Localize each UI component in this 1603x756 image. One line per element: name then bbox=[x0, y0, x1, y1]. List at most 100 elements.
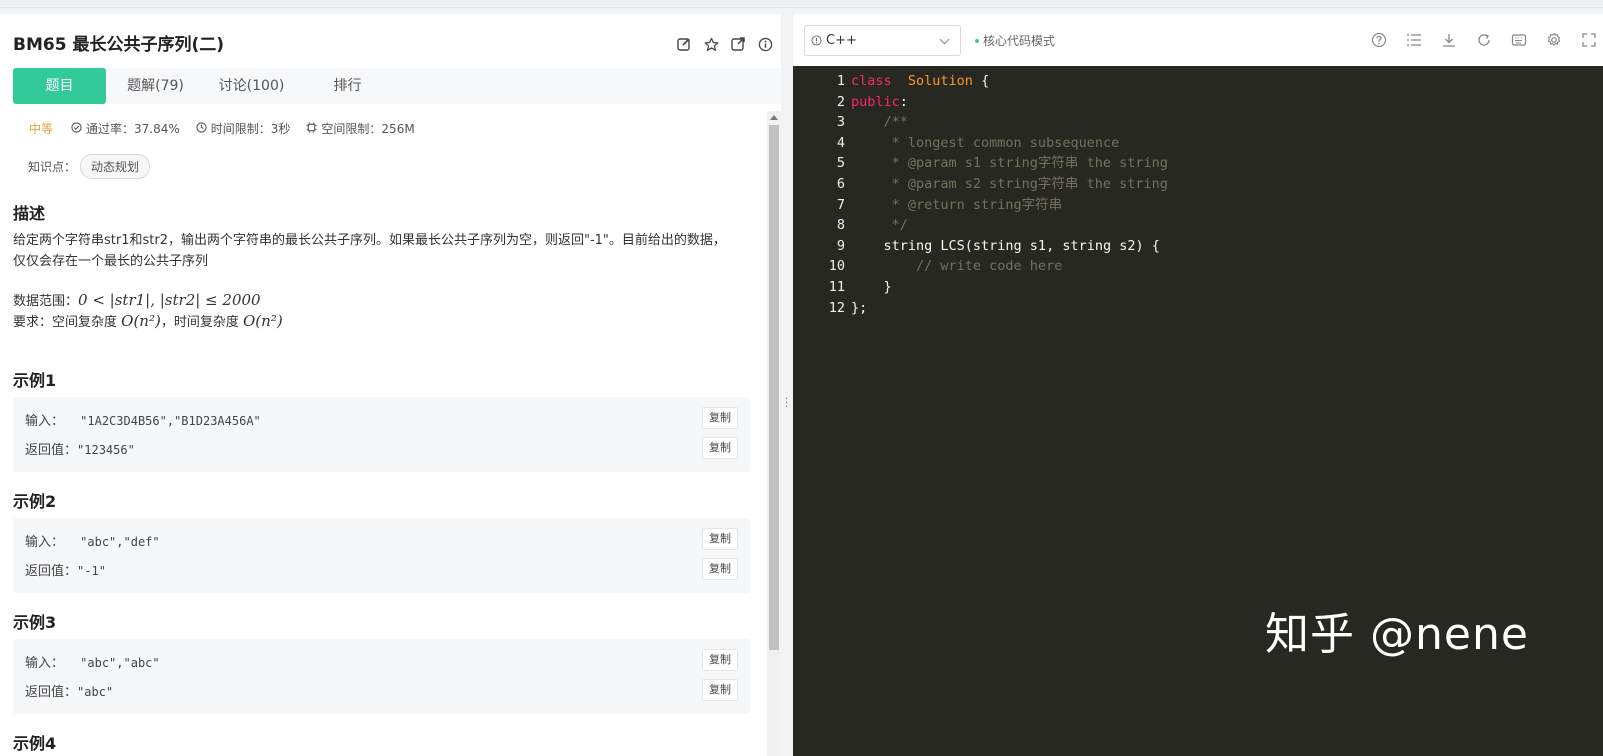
line-number: 3 bbox=[836, 114, 845, 131]
line-number: 4 bbox=[836, 134, 845, 151]
output-label: 返回值： bbox=[25, 564, 78, 579]
line-number: 7 bbox=[836, 196, 845, 213]
line-number: 5 bbox=[836, 155, 845, 172]
code-token: * longest common subsequence bbox=[851, 134, 1120, 151]
range-math: 0 < |str1|, |str2| ≤ 2000 bbox=[78, 291, 261, 309]
help-icon[interactable] bbox=[1371, 32, 1387, 48]
example-output: 返回值："abc" bbox=[25, 681, 113, 700]
fullscreen-icon[interactable] bbox=[1581, 32, 1597, 48]
copy-output-button[interactable]: 复制 bbox=[702, 558, 738, 580]
reset-icon[interactable] bbox=[1476, 32, 1492, 48]
input-value: "abc","abc" bbox=[80, 656, 160, 670]
code-line[interactable]: 11 } bbox=[793, 277, 1603, 297]
problem-panel: BM65 最长公共子序列(二) 题目 题解(79) 讨论(100) 排行 中等 … bbox=[0, 14, 800, 756]
code-line[interactable]: 6 * @param s2 string字符串 the string bbox=[793, 174, 1603, 194]
example-input: 输入： "abc","abc" bbox=[25, 652, 160, 671]
example-box: 输入： "1A2C3D4B56","B1D23A456A" 复制 返回值："12… bbox=[13, 397, 750, 472]
description-heading: 描述 bbox=[13, 204, 46, 223]
code-token: public bbox=[851, 93, 900, 110]
code-token: */ bbox=[851, 217, 908, 234]
req-space: O(n²) bbox=[121, 312, 161, 330]
code-text: * @param s1 string字符串 the string bbox=[851, 153, 1168, 173]
code-text: // write code here bbox=[851, 256, 1062, 276]
zhihu-watermark: 知乎 @nene bbox=[1265, 609, 1529, 660]
left-scrollbar[interactable] bbox=[767, 111, 781, 756]
output-value: "abc" bbox=[77, 685, 114, 699]
code-text: string LCS(string s1, string s2) { bbox=[851, 236, 1160, 256]
code-line[interactable]: 4 * longest common subsequence bbox=[793, 133, 1603, 153]
req-label: 要求：空间复杂度 bbox=[13, 315, 118, 330]
code-line[interactable]: 2 public: bbox=[793, 92, 1603, 112]
code-text: */ bbox=[851, 215, 908, 235]
example-heading: 示例3 bbox=[13, 613, 57, 632]
language-info-icon bbox=[811, 35, 822, 46]
copy-input-button[interactable]: 复制 bbox=[702, 407, 738, 429]
problem-title: BM65 最长公共子序列(二) bbox=[13, 35, 224, 55]
time-limit: 时间限制：3秒 bbox=[196, 120, 291, 137]
range-label: 数据范围： bbox=[13, 294, 79, 309]
line-number: 10 bbox=[828, 258, 845, 275]
data-range: 数据范围：0 < |str1|, |str2| ≤ 2000 bbox=[13, 290, 738, 312]
settings-gear-icon[interactable] bbox=[1546, 32, 1562, 48]
code-token: { bbox=[972, 73, 990, 89]
line-number: 12 bbox=[828, 299, 845, 316]
tab-discussion[interactable]: 讨论(100) bbox=[205, 68, 298, 104]
pass-rate: 通过率：37.84% bbox=[71, 120, 180, 137]
time-limit-text: 时间限制：3秒 bbox=[210, 122, 291, 136]
editor-toolbar: C++ 核心代码模式 bbox=[793, 14, 1603, 66]
code-text: public: bbox=[851, 92, 908, 112]
code-line[interactable]: 8 */ bbox=[793, 215, 1603, 235]
code-line[interactable]: 1 class Solution { bbox=[793, 71, 1603, 91]
edit-icon[interactable] bbox=[676, 36, 692, 52]
drag-handle-icon[interactable]: · · · bbox=[785, 395, 788, 413]
code-token: * @param s2 string字符串 the string bbox=[851, 176, 1168, 192]
knowledge-tag[interactable]: 动态规划 bbox=[80, 154, 151, 179]
code-text: }; bbox=[851, 298, 867, 318]
example-heading: 示例4 bbox=[13, 734, 57, 753]
share-icon[interactable] bbox=[730, 36, 746, 52]
code-text: class Solution { bbox=[851, 71, 989, 91]
code-text: * @param s2 string字符串 the string bbox=[851, 174, 1168, 194]
problem-meta: 中等 通过率：37.84% 时间限制：3秒 空间限制：256M bbox=[29, 120, 415, 137]
code-line[interactable]: 7 * @return string字符串 bbox=[793, 195, 1603, 215]
copy-output-button[interactable]: 复制 bbox=[702, 679, 738, 701]
req-sep: ，时间复杂度 bbox=[160, 315, 239, 330]
code-text: * @return string字符串 bbox=[851, 195, 1063, 215]
code-text: /** bbox=[851, 112, 908, 132]
code-line[interactable]: 9 string LCS(string s1, string s2) { bbox=[793, 236, 1603, 256]
code-line[interactable]: 3 /** bbox=[793, 112, 1603, 132]
output-value: "123456" bbox=[77, 443, 135, 457]
copy-input-button[interactable]: 复制 bbox=[702, 649, 738, 671]
copy-input-button[interactable]: 复制 bbox=[702, 528, 738, 550]
code-text: } bbox=[851, 277, 892, 297]
example-box: 输入： "abc","abc" 复制 返回值："abc" 复制 bbox=[13, 639, 750, 714]
editor-actions bbox=[1371, 32, 1597, 48]
code-line[interactable]: 5 * @param s1 string字符串 the string bbox=[793, 153, 1603, 173]
star-icon[interactable] bbox=[703, 36, 719, 52]
code-line[interactable]: 10 // write code here bbox=[793, 256, 1603, 276]
space-limit-text: 空间限制：256M bbox=[321, 122, 415, 136]
example-output: 返回值："-1" bbox=[25, 560, 106, 579]
scroll-up-arrow-icon[interactable] bbox=[770, 115, 778, 120]
input-label: 输入： bbox=[25, 414, 65, 429]
output-value: "-1" bbox=[77, 564, 106, 578]
code-mode[interactable]: 核心代码模式 bbox=[975, 32, 1055, 49]
tab-problem[interactable]: 题目 bbox=[13, 68, 106, 104]
scrollbar-thumb[interactable] bbox=[769, 125, 779, 650]
line-number: 1 bbox=[836, 73, 845, 89]
language-select[interactable]: C++ bbox=[804, 25, 961, 56]
input-label: 输入： bbox=[25, 535, 65, 550]
chevron-down-icon bbox=[939, 34, 950, 45]
keyboard-icon[interactable] bbox=[1511, 32, 1527, 48]
copy-output-button[interactable]: 复制 bbox=[702, 437, 738, 459]
tab-solutions[interactable]: 题解(79) bbox=[109, 68, 202, 104]
outline-list-icon[interactable] bbox=[1406, 32, 1422, 48]
mode-dot-icon bbox=[975, 38, 979, 43]
info-icon[interactable] bbox=[757, 36, 773, 52]
download-icon[interactable] bbox=[1441, 32, 1457, 48]
code-line[interactable]: 12}; bbox=[793, 298, 1603, 318]
line-number: 11 bbox=[828, 279, 845, 295]
tab-ranking[interactable]: 排行 bbox=[301, 68, 394, 104]
panel-resize-handle[interactable]: · · · bbox=[781, 14, 793, 756]
code-token: : bbox=[899, 93, 908, 110]
